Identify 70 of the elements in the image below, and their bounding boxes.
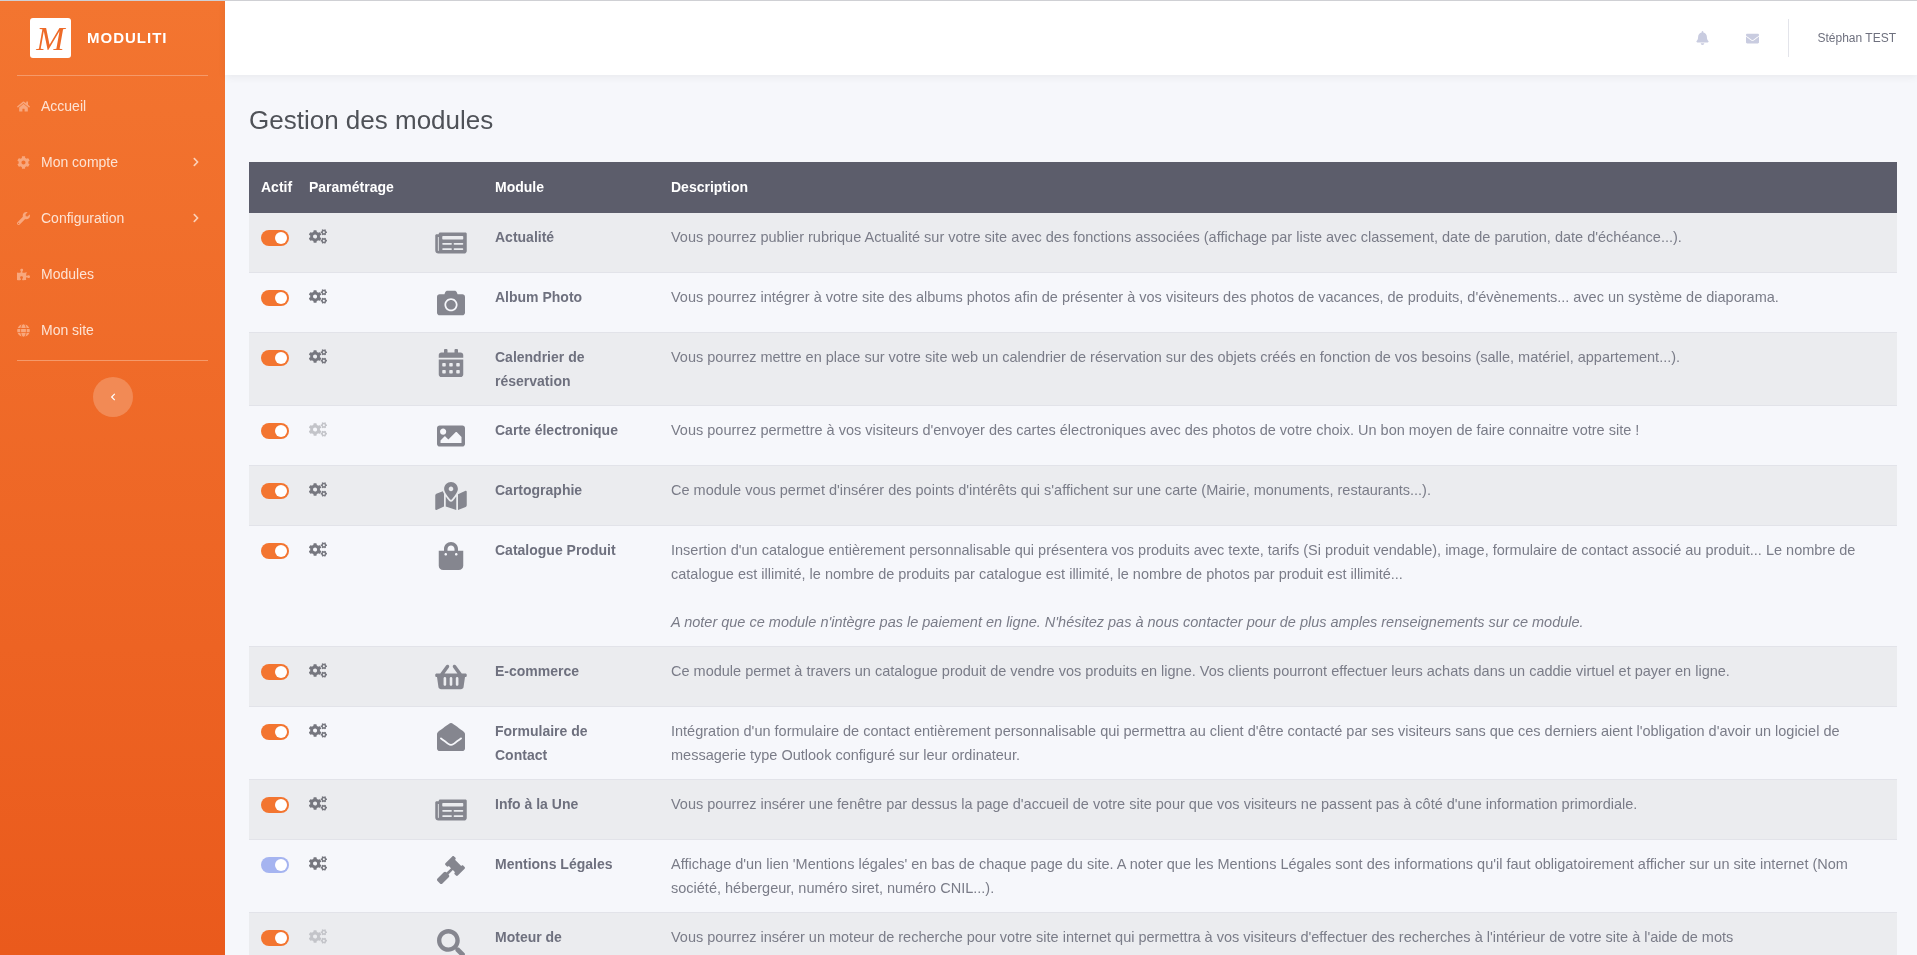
module-description: Ce module vous permet d'insérer des points d'intérêts qui s'affichent sur une carte (Mairie, monuments, restaurants...). (671, 481, 1432, 500)
settings-icon[interactable] (309, 796, 327, 811)
sidebar-item[interactable]: Mon compte (17, 134, 208, 190)
module-description: Ce module permet à travers un catalogue produit de vendre vos produits en ligne. Vos clients pourront effectuer leurs achats dans un caddie virtuel et payer en ligne. (671, 662, 1731, 681)
column-header: Description (670, 178, 749, 197)
toggle-switch[interactable] (261, 423, 289, 439)
module-name: Catalogue Produit (495, 542, 616, 558)
sidebar-item[interactable]: Accueil (17, 78, 208, 134)
column-header: Actif (260, 178, 294, 197)
module-name: Info à la Une (495, 796, 579, 812)
module-name: Mentions Légales (495, 856, 613, 872)
module-description: Vous pourrez insérer un moteur de recherche pour votre site internet qui permettra à vos visiteurs d'effectuer des recherches à l'intérieur de votre site à l'aide de mots (671, 928, 1735, 947)
module-name: Album Photo (495, 289, 583, 305)
camera-icon (435, 289, 467, 317)
column-header: Module (495, 178, 545, 197)
toggle-switch[interactable] (261, 290, 289, 306)
puzzle-icon (17, 267, 30, 281)
gear-icon (17, 155, 30, 169)
user-name[interactable]: Stéphan TEST (1817, 29, 1896, 47)
envelope-icon[interactable] (1744, 31, 1760, 45)
toggle-switch[interactable] (261, 664, 289, 680)
toggle-switch[interactable] (261, 350, 289, 366)
settings-icon[interactable] (309, 482, 327, 497)
settings-icon[interactable] (309, 229, 327, 244)
module-description: Insertion d'un catalogue entièrement personnalisable qui présentera vos produits avec texte, tarifs (Si produit vendable), image, formulaire de contact associé au produit... Le nombre de catalogue est illimité, le nombre de produits par catalogue est illimité, le nombre de photos par produit est illimité... (671, 541, 1857, 584)
toggle-switch[interactable] (261, 857, 289, 873)
module-name: E-commerce (495, 663, 580, 679)
toggle-switch[interactable] (261, 483, 289, 499)
module-description: Vous pourrez insérer une fenêtre par dessus la page d'accueil de votre site pour que vos visiteurs ne passent pas à côté d'une information primordiale. (671, 795, 1639, 814)
chevron-left-icon (108, 393, 117, 401)
module-name: Cartographie (495, 482, 583, 498)
basket-icon (435, 663, 467, 691)
module-description: Vous pourrez intégrer à votre site des albums photos afin de présenter à vos visiteurs des photos de vacances, de produits, d'évènements... avec un système de diaporama. (671, 288, 1780, 307)
toggle-switch[interactable] (261, 724, 289, 740)
module-name: Moteur de (495, 929, 562, 945)
module-description: Vous pourrez publier rubrique Actualité sur votre site avec des fonctions associées (affichage par liste avec classement, date de parution, date d'échéance...). (671, 228, 1683, 247)
map-icon (435, 482, 467, 510)
envelope-icon (435, 723, 467, 751)
logo-icon: M (30, 18, 71, 58)
toggle-switch[interactable] (261, 797, 289, 813)
toggle-switch[interactable] (261, 230, 289, 246)
search-icon (435, 929, 467, 955)
module-note: A noter que ce module n'intègre pas le paiement en ligne. N'hésitez pas à nous contacter pour de plus amples renseignements sur ce module. (671, 613, 1585, 632)
sidebar-item[interactable]: Mon site (17, 302, 208, 358)
column-header: Paramétrage (309, 178, 395, 197)
globe-icon (17, 323, 30, 337)
settings-icon[interactable] (309, 663, 327, 678)
home-icon (17, 99, 30, 113)
bell-icon[interactable] (1695, 31, 1709, 45)
module-description: Intégration d'un formulaire de contact entièrement personnalisable qui permettra au client d'être contacté par ses visiteurs sans que ces derniers aient l'obligation d'avoir un logiciel de messagerie type Outlook configuré sur leur ordinateur. (671, 722, 1841, 765)
settings-icon[interactable] (309, 542, 327, 557)
toggle-switch[interactable] (261, 543, 289, 559)
module-name: Carte électronique (495, 422, 618, 438)
module-description: Vous pourrez permettre à vos visiteurs d'envoyer des cartes électroniques avec des photos de votre choix. Un bon moyen de faire connaitre votre site ! (671, 421, 1641, 440)
wrench-icon (17, 211, 30, 225)
settings-icon[interactable] (309, 723, 327, 738)
toggle-switch[interactable] (261, 930, 289, 946)
gavel-icon (435, 856, 467, 884)
page-title: Gestion des modules (249, 104, 495, 137)
sidebar-item[interactable]: Modules (17, 246, 208, 302)
module-description: Affichage d'un lien 'Mentions légales' en bas de chaque page du site. A noter que les Mentions Légales sont des informations qu'il faut obligatoirement afficher sur un site internet (Nom société, hébergeur, numéro siret, numéro CNIL...). (671, 855, 1849, 898)
module-name: Calendrier de réservation (495, 349, 585, 389)
brand-name: MODULITI (87, 27, 168, 48)
module-description: Vous pourrez mettre en place sur votre site web un calendrier de réservation sur des objets créés en fonction de vos besoins (salle, matériel, appartement...). (671, 348, 1682, 367)
settings-icon[interactable] (309, 349, 327, 364)
sidebar-item[interactable]: Configuration (17, 190, 208, 246)
module-name: Formulaire de Contact (495, 723, 588, 763)
settings-icon[interactable] (309, 289, 327, 304)
module-name: Actualité (495, 229, 555, 245)
settings-icon[interactable] (309, 856, 327, 871)
